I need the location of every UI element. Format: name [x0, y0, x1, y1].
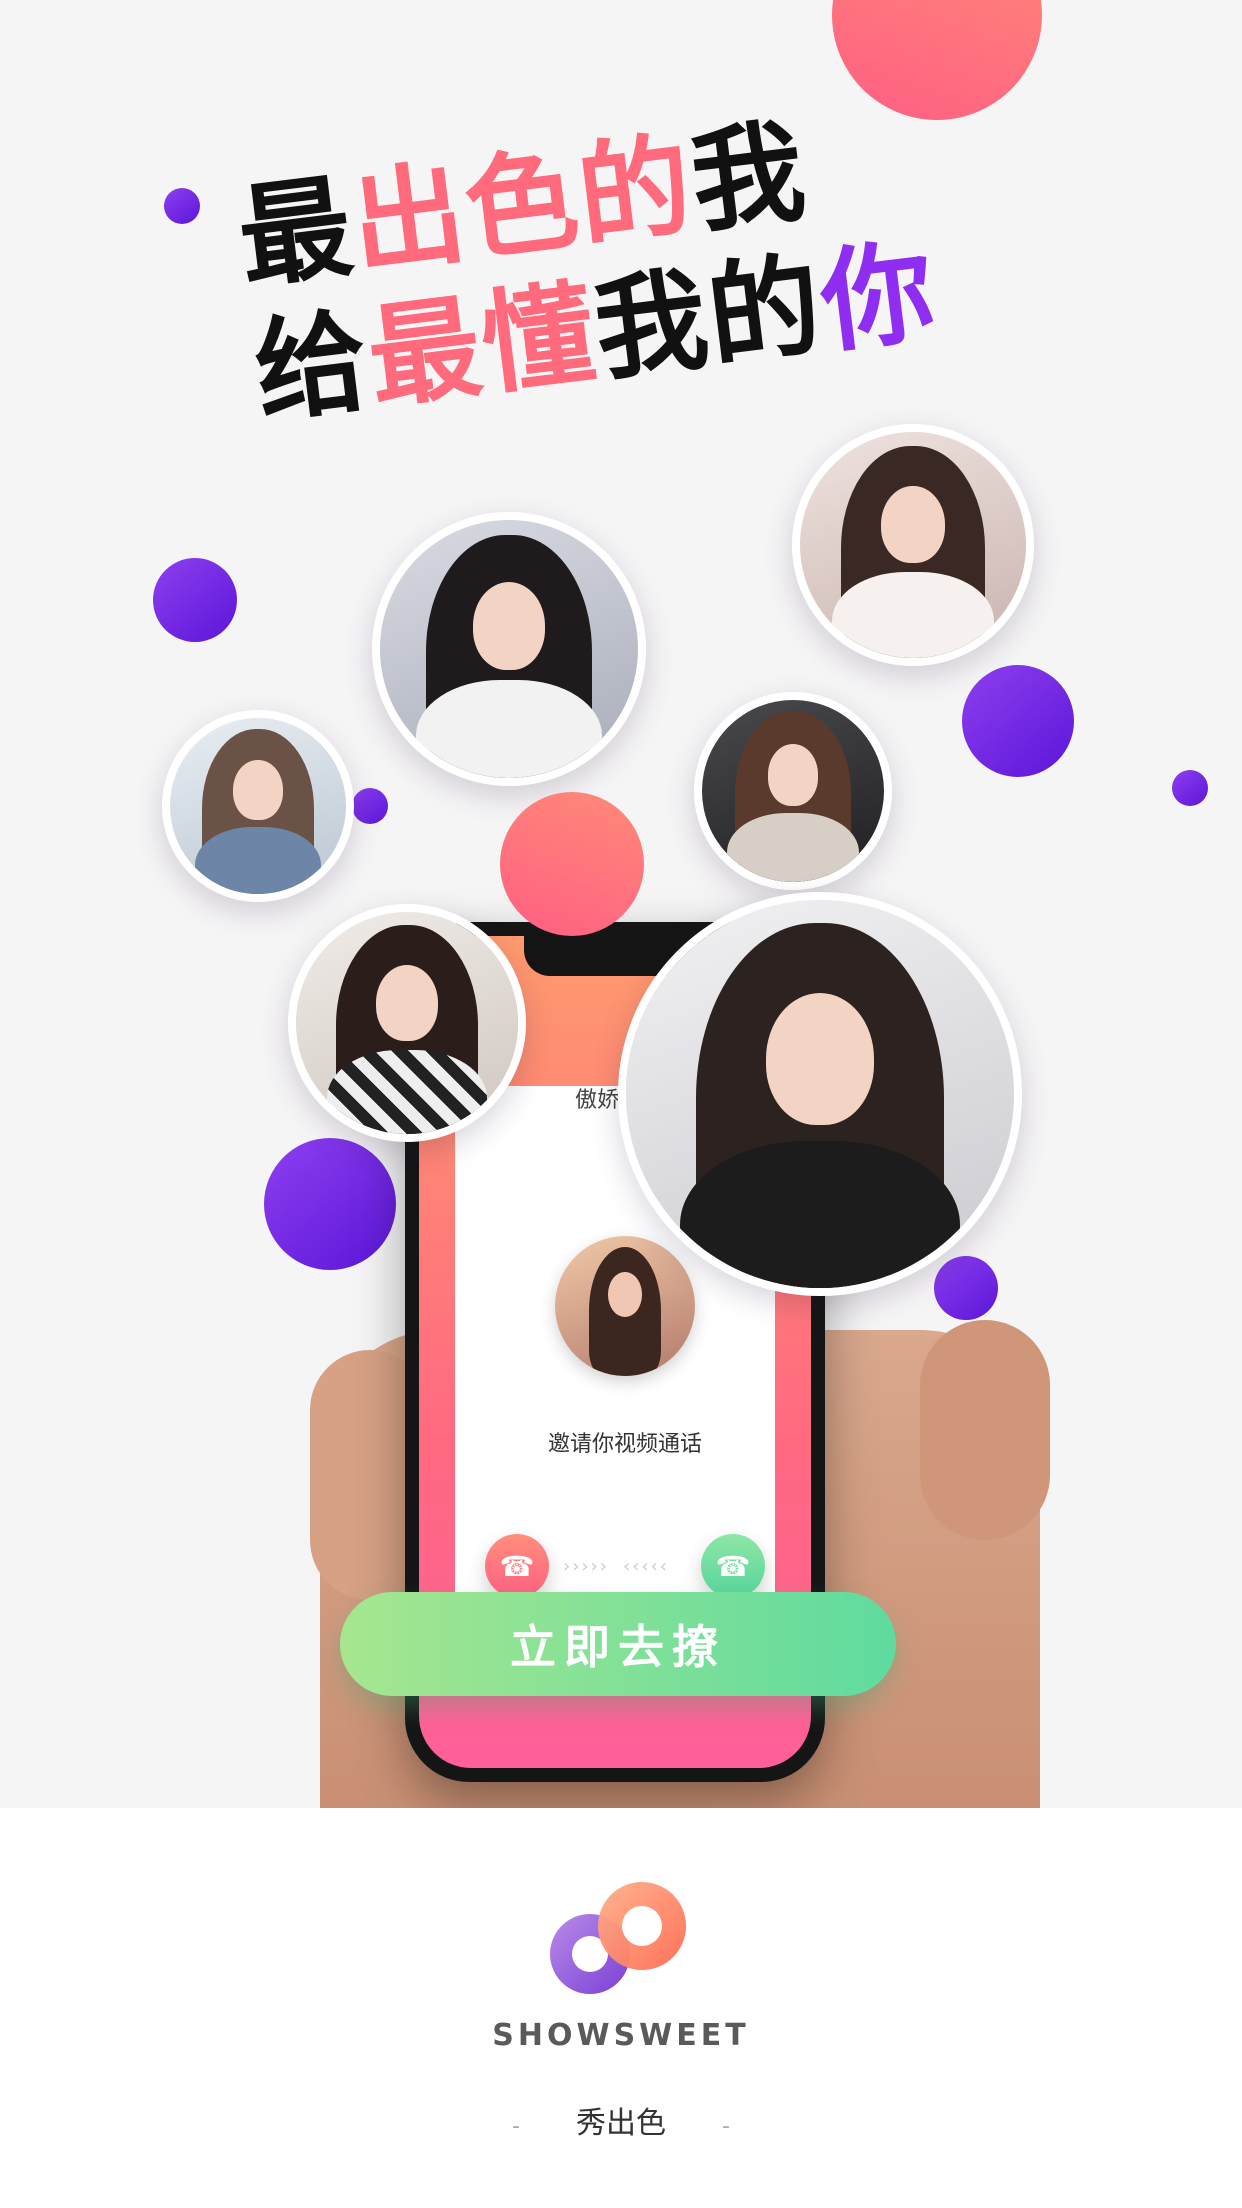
deco-dot-coral-mid [500, 792, 644, 936]
slogan-highlight: 最懂 [361, 268, 604, 425]
profile-avatar[interactable] [372, 512, 646, 786]
footer: SHOWSWEET - 秀出色 - [0, 1808, 1242, 2208]
deco-dot-violet-far-right [1172, 770, 1208, 806]
hero-section: 最出色的我 给最懂我的你 傲娇小姐姐 邀请你视频通话 [0, 0, 1242, 1808]
avatar-body [727, 812, 859, 882]
brand-name: SHOWSWEET [492, 2018, 750, 2053]
slogan-text: 最 [231, 161, 361, 305]
showsweet-logo [550, 1882, 686, 1994]
phone-answer-icon: ☎ [715, 1549, 751, 1583]
deco-dot-violet-left [153, 558, 237, 642]
deco-dot-violet-right [962, 665, 1074, 777]
flirt-now-button[interactable]: 立即去撩 [340, 1592, 896, 1696]
accept-call-button[interactable]: ☎ [701, 1534, 765, 1598]
avatar-body [416, 679, 602, 778]
avatar-face [881, 486, 945, 564]
profile-avatar-featured[interactable] [618, 892, 1022, 1296]
avatar-face [472, 581, 546, 670]
invite-text: 邀请你视频通话 [547, 1432, 702, 1457]
slogan-text: 给 [248, 295, 378, 439]
avatar-body [831, 572, 995, 658]
avatar-face [375, 965, 439, 1041]
promo-page: 最出色的我 给最懂我的你 傲娇小姐姐 邀请你视频通话 [0, 0, 1242, 2208]
slogan: 最出色的我 给最懂我的你 [228, 45, 1083, 482]
avatar-body [194, 827, 322, 894]
deco-dot-violet-big [264, 1138, 396, 1270]
deco-dot-violet-mid [352, 788, 388, 824]
avatar-face [765, 993, 875, 1126]
avatar-body [327, 1049, 487, 1134]
avatar-body [680, 1140, 960, 1288]
tagline-dash: - [512, 2114, 520, 2139]
tagline-dash: - [722, 2114, 730, 2139]
tagline-text: 秀出色 [576, 2106, 666, 2141]
profile-avatar[interactable] [792, 424, 1034, 666]
profile-avatar[interactable] [288, 904, 526, 1142]
swipe-arrows-right: ‹‹‹‹‹ [623, 1556, 669, 1577]
avatar-face [767, 743, 819, 806]
slogan-highlight-violet: 你 [813, 226, 943, 370]
hand-finger [920, 1320, 1050, 1540]
deco-dot-violet-small [164, 188, 200, 224]
profile-avatar[interactable] [162, 710, 354, 902]
profile-avatar[interactable] [694, 692, 892, 890]
slogan-text: 我 [684, 106, 814, 250]
decline-call-button[interactable]: ☎ [485, 1534, 549, 1598]
swipe-arrows-left: ››››› [563, 1556, 609, 1577]
avatar-face [233, 760, 283, 821]
phone-hangup-icon: ☎ [499, 1549, 535, 1583]
slogan-text: 我的 [587, 240, 830, 398]
tagline: - 秀出色 - [0, 2098, 1242, 2142]
